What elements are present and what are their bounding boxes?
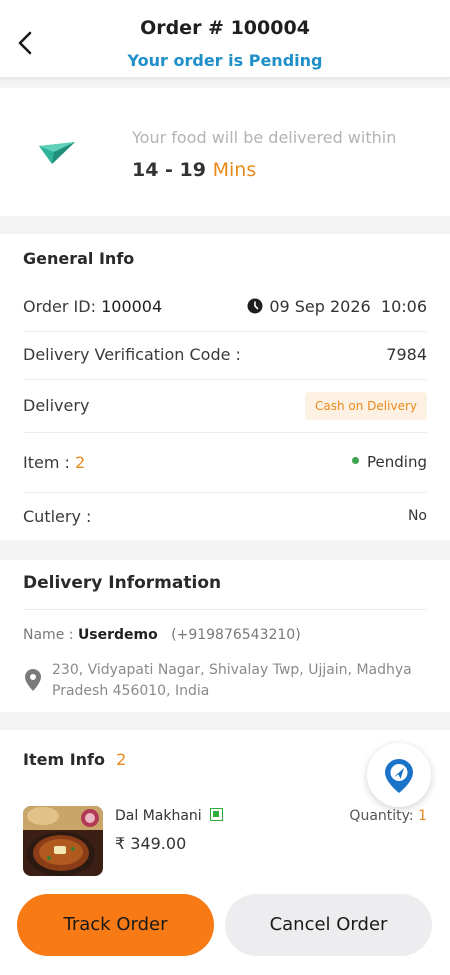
order-id-label: Order ID:	[23, 297, 96, 316]
customer-name: Userdemo	[77, 627, 158, 643]
status-badge: Pending	[352, 453, 427, 471]
item-count: 2	[75, 453, 86, 472]
order-status-value: Pending	[367, 453, 427, 471]
eta-unit: Mins	[212, 159, 257, 181]
map-navigation-icon	[385, 759, 413, 793]
verification-code: 7984	[386, 345, 427, 364]
item-label: Item :	[23, 453, 70, 472]
delivery-address: 230, Vidyapati Nagar, Shivalay Twp, Ujja…	[52, 662, 412, 699]
divider	[23, 492, 427, 493]
status-dot-icon	[352, 457, 360, 464]
eta-time: 14 - 19 Mins	[132, 159, 256, 181]
quantity-value: 1	[418, 808, 427, 824]
item-price: ₹ 349.00	[115, 834, 187, 853]
item-quantity: Quantity: 1	[349, 808, 427, 824]
name-label: Name :	[23, 627, 74, 643]
item-name: Dal Makhani	[115, 808, 202, 824]
item-info-label: Item Info	[23, 750, 105, 769]
divider	[23, 609, 427, 610]
divider	[23, 331, 427, 332]
cancel-order-button[interactable]: Cancel Order	[225, 894, 432, 956]
order-id-row: Order ID: 100004	[23, 297, 162, 316]
track-order-button[interactable]: Track Order	[17, 894, 214, 956]
map-location-button[interactable]	[367, 743, 431, 807]
order-date: 09 Sep 2026	[269, 297, 371, 316]
divider	[23, 379, 427, 380]
clock-icon	[247, 298, 263, 313]
veg-indicator-icon	[209, 807, 223, 821]
item-info-title: Item Info 2	[23, 750, 126, 769]
header-bar: Order # 100004 Your order is Pending	[0, 0, 450, 78]
item-info-count: 2	[116, 750, 127, 769]
quantity-label: Quantity:	[349, 808, 414, 824]
location-pin-icon	[25, 669, 41, 691]
item-count-row: Item : 2	[23, 453, 85, 472]
customer-name-line: Name : Userdemo (+919876543210)	[23, 627, 301, 643]
item-name-row: Dal Makhani	[115, 807, 223, 824]
general-info-title: General Info	[23, 249, 135, 268]
item-image	[23, 806, 103, 876]
payment-method-badge: Cash on Delivery	[305, 392, 427, 420]
order-time: 10:06	[380, 297, 427, 316]
order-datetime: 09 Sep 2026 10:06	[247, 297, 427, 316]
verification-label: Delivery Verification Code :	[23, 345, 241, 364]
customer-phone: (+919876543210)	[171, 627, 301, 643]
page-title: Order # 100004	[140, 17, 310, 39]
eta-range: 14 - 19	[132, 159, 206, 181]
dal-makhani-image	[23, 806, 103, 876]
delivery-label: Delivery	[23, 396, 90, 415]
order-status-subtitle: Your order is Pending	[127, 51, 323, 70]
delivery-info-title: Delivery Information	[23, 573, 222, 593]
eta-label: Your food will be delivered within	[132, 128, 397, 147]
order-id-value: 100004	[101, 297, 163, 316]
cutlery-value: No	[407, 508, 427, 524]
general-info-card	[0, 234, 450, 540]
paper-plane-icon	[39, 142, 75, 164]
cutlery-label: Cutlery :	[23, 507, 92, 526]
divider	[23, 432, 427, 433]
